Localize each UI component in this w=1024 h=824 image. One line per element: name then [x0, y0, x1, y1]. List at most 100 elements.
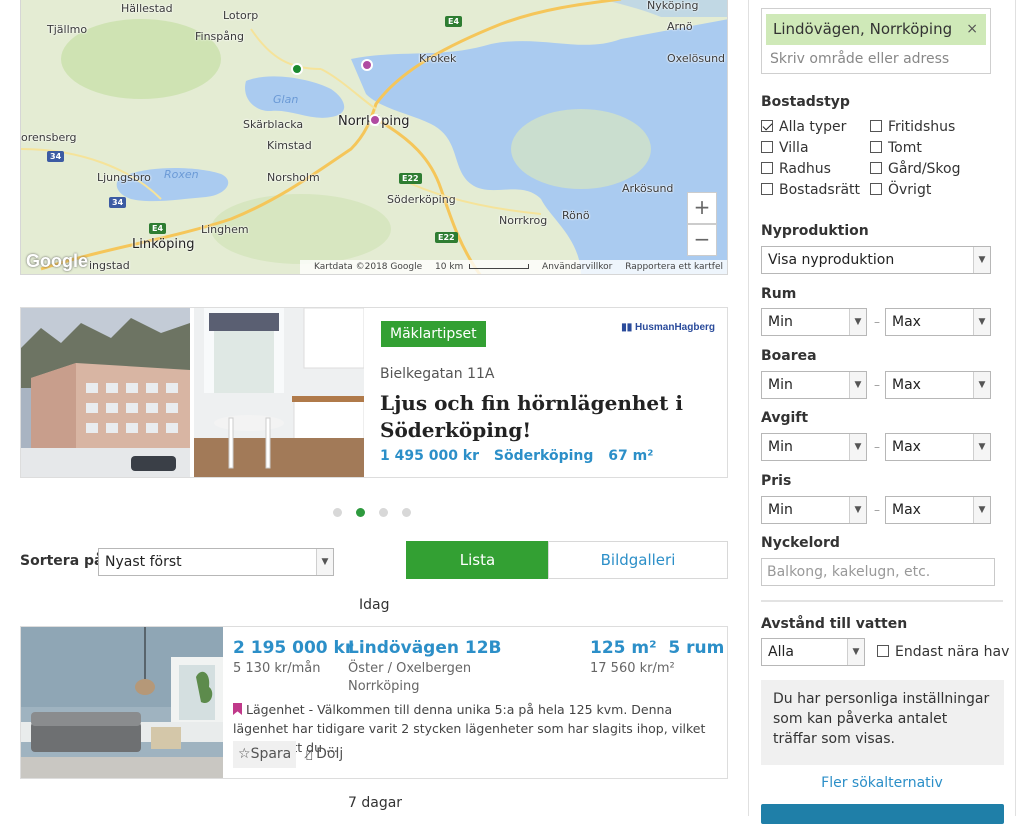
map-label: Tjällmo: [47, 23, 88, 36]
checkbox-label: Tomt: [888, 140, 922, 156]
zoom-out-button[interactable]: −: [687, 224, 717, 256]
water-distance-select[interactable]: Alla ▼: [761, 638, 865, 666]
checkbox-bostadsratt[interactable]: Bostadsrätt: [761, 182, 860, 198]
listing-address[interactable]: Lindövägen 12B: [348, 638, 502, 658]
new-production-label: Nyproduktion: [761, 223, 869, 239]
featured-photo-building[interactable]: [21, 308, 190, 477]
select-value: Max: [892, 502, 921, 518]
checkbox-sea-only[interactable]: Endast nära hav: [877, 644, 1009, 660]
checkbox[interactable]: [870, 162, 882, 174]
map[interactable]: Hällestad Lotorp Tjällmo Finspång Krokek…: [20, 0, 728, 275]
featured-photo-kitchen[interactable]: [194, 308, 364, 477]
bookmark-icon: [233, 703, 242, 715]
carousel-dot[interactable]: [379, 508, 388, 517]
map-label: Söderköping: [387, 193, 456, 206]
close-icon[interactable]: ×: [966, 14, 978, 45]
listing-card[interactable]: 2 195 000 kr 5 130 kr/mån Lindövägen 12B…: [20, 626, 728, 779]
keyword-input[interactable]: Balkong, kakelugn, etc.: [761, 558, 995, 586]
location-search[interactable]: Lindövägen, Norrköping × Skriv område el…: [761, 8, 991, 74]
area-min-select[interactable]: Min ▼: [761, 371, 867, 399]
chevron-down-icon: ▼: [973, 372, 990, 398]
featured-title[interactable]: Ljus och fin hörnlägenhet i Söderköping!: [380, 390, 710, 444]
checkbox-villa[interactable]: Villa: [761, 140, 809, 156]
select-value: Min: [768, 502, 793, 518]
checkbox-fritidshus[interactable]: Fritidshus: [870, 119, 955, 135]
new-production-select[interactable]: Visa nyproduktion ▼: [761, 246, 991, 274]
map-label: Norrkrog: [499, 214, 548, 227]
checkbox-label: Alla typer: [779, 119, 847, 135]
sort-select[interactable]: Nyast först ▼: [98, 548, 334, 576]
road-shield: 34: [109, 197, 127, 208]
checkbox[interactable]: [870, 120, 882, 132]
featured-meta: 1 495 000 kr Söderköping 67 m²: [380, 448, 663, 464]
broker-name: HusmanHagberg: [634, 322, 715, 333]
housing-type-label: Bostadstyp: [761, 94, 850, 110]
location-tag[interactable]: Lindövägen, Norrköping ×: [766, 14, 986, 45]
map-pin[interactable]: [291, 63, 303, 75]
map-label: ingstad: [89, 259, 130, 272]
carousel-dot[interactable]: [333, 508, 342, 517]
checkbox[interactable]: [761, 141, 773, 153]
location-search-input[interactable]: Skriv område eller adress: [770, 51, 949, 67]
zoom-in-button[interactable]: +: [687, 192, 717, 224]
checkbox-label: Radhus: [779, 161, 831, 177]
road-shield: E22: [435, 232, 458, 243]
fee-min-select[interactable]: Min ▼: [761, 433, 867, 461]
checkbox[interactable]: [761, 162, 773, 174]
water-distance-label: Avstånd till vatten: [761, 616, 908, 632]
road-shield: E4: [445, 16, 463, 27]
search-button[interactable]: [761, 804, 1004, 824]
more-search-options-link[interactable]: Fler sökalternativ: [749, 775, 1015, 791]
featured-street: Bielkegatan 11A: [380, 366, 495, 382]
fee-max-select[interactable]: Max ▼: [885, 433, 991, 461]
checkbox-ovrigt[interactable]: Övrigt: [870, 182, 931, 198]
checkbox-gard-skog[interactable]: Gård/Skog: [870, 161, 961, 177]
map-label: Ljungsbro: [97, 171, 151, 184]
rooms-min-select[interactable]: Min ▼: [761, 308, 867, 336]
rooms-max-select[interactable]: Max ▼: [885, 308, 991, 336]
map-report-link[interactable]: Rapportera ett kartfel: [625, 262, 723, 272]
carousel-dot-active[interactable]: [356, 508, 365, 517]
select-value: Min: [768, 314, 793, 330]
area-max-select[interactable]: Max ▼: [885, 371, 991, 399]
select-value: Max: [892, 377, 921, 393]
checkbox-checked[interactable]: [761, 120, 773, 132]
checkbox-all-types[interactable]: Alla typer: [761, 119, 846, 135]
tab-list[interactable]: Lista: [406, 541, 549, 579]
map-pin[interactable]: [361, 59, 373, 71]
chevron-down-icon: ▼: [849, 309, 866, 335]
checkbox-label: Fritidshus: [888, 119, 956, 135]
map-scale: 10 km: [435, 262, 464, 272]
featured-size: 67 m²: [608, 448, 654, 464]
broker-icon: ▮▮: [621, 322, 635, 333]
living-area-label: Boarea: [761, 348, 817, 364]
map-terms-link[interactable]: Användarvillkor: [542, 262, 612, 272]
listing-size: 125 m² 5 rum: [590, 638, 724, 658]
carousel-dot[interactable]: [402, 508, 411, 517]
checkbox[interactable]: [761, 183, 773, 195]
checkbox[interactable]: [870, 141, 882, 153]
checkbox-tomt[interactable]: Tomt: [870, 140, 922, 156]
checkbox[interactable]: [877, 645, 889, 657]
map-canvas[interactable]: [21, 0, 728, 275]
checkbox[interactable]: [870, 183, 882, 195]
featured-listing[interactable]: Mäklartipset ▮▮ HusmanHagberg Bielkegata…: [20, 307, 728, 478]
map-pin[interactable]: [369, 114, 381, 126]
price-min-select[interactable]: Min ▼: [761, 496, 867, 524]
chevron-down-icon: ▼: [847, 639, 864, 665]
listing-sqm: 125 m²: [590, 638, 657, 658]
checkbox-radhus[interactable]: Radhus: [761, 161, 831, 177]
chevron-down-icon: ▼: [849, 434, 866, 460]
hide-button[interactable]: 👁̸ Dölj: [301, 741, 348, 768]
map-label: Norsholm: [267, 171, 320, 184]
range-dash: –: [874, 378, 880, 392]
range-dash: –: [874, 503, 880, 517]
chevron-down-icon: ▼: [973, 309, 990, 335]
listing-photo[interactable]: [21, 627, 223, 778]
save-button[interactable]: ☆Spara: [233, 741, 297, 768]
listing-rooms: 5 rum: [668, 638, 725, 658]
price-max-select[interactable]: Max ▼: [885, 496, 991, 524]
chevron-down-icon: ▼: [973, 247, 990, 273]
tab-gallery[interactable]: Bildgalleri: [548, 541, 728, 579]
sort-select-value: Nyast först: [105, 554, 182, 570]
